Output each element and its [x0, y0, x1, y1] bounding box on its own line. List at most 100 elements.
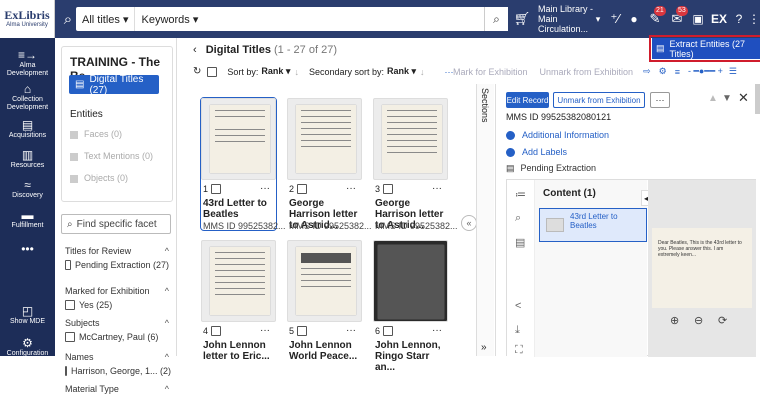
sidebar-item-acquisitions[interactable]: ▤ Acquisitions: [0, 118, 55, 140]
help-icon[interactable]: ?: [731, 0, 747, 38]
panel-scrollbar[interactable]: [755, 84, 760, 114]
chevron-up-icon[interactable]: ^: [165, 246, 169, 256]
more-menu-icon[interactable]: ⋮: [748, 0, 760, 38]
entity-faces[interactable]: Faces (0): [70, 129, 122, 139]
checkbox[interactable]: [211, 184, 222, 194]
checkbox[interactable]: [297, 326, 308, 336]
checkbox[interactable]: [65, 300, 75, 310]
edit-record-button[interactable]: Edit Record: [506, 92, 549, 108]
cart-icon[interactable]: 🛒︎: [512, 0, 532, 38]
thumbnail[interactable]: [201, 240, 276, 322]
result-card[interactable]: 3 ··· George Harrison letter to Astrid..…: [373, 98, 458, 231]
result-card[interactable]: 6 ··· John Lennon, Ringo Starr an...: [373, 240, 448, 373]
list-view-icon[interactable]: ≡: [675, 67, 680, 77]
search-button[interactable]: ⌕: [484, 7, 508, 31]
sidebar-item-more[interactable]: •••: [0, 242, 55, 256]
expand-icon[interactable]: »: [481, 342, 487, 353]
checkbox[interactable]: [65, 260, 71, 270]
card-menu-icon[interactable]: ···: [346, 183, 356, 194]
expand-down-icon[interactable]: ▼: [722, 93, 732, 104]
thumbnail[interactable]: [287, 98, 362, 180]
sidebar-item-discovery[interactable]: ≈ Discovery: [0, 178, 55, 200]
thumbnail[interactable]: [373, 98, 448, 180]
zoom-in-icon[interactable]: ⊕: [670, 314, 679, 327]
mark-exhibition-button[interactable]: Mark for Exhibition: [453, 67, 528, 77]
library-caret-icon[interactable]: ▾: [592, 0, 604, 38]
additional-information-link[interactable]: Additional Information: [506, 130, 609, 140]
sidebar-item-fulfillment[interactable]: ▬ Fulfillment: [0, 208, 55, 230]
checkbox[interactable]: [211, 326, 222, 336]
result-card[interactable]: 2 ··· George Harrison letter to Astrid..…: [287, 98, 372, 231]
facet-option[interactable]: McCartney, Paul (6): [65, 332, 169, 342]
entity-objects[interactable]: Objects (0): [70, 173, 128, 183]
checkbox[interactable]: [65, 332, 75, 342]
zoom-out-icon[interactable]: ⊖: [694, 314, 703, 327]
card-title[interactable]: John Lennon World Peace...: [289, 340, 361, 362]
checkbox[interactable]: [297, 184, 308, 194]
user-icon[interactable]: ●: [626, 0, 642, 38]
exlibris-logo[interactable]: ExLibris Alma University: [0, 0, 55, 38]
add-icon[interactable]: ⁺⁄: [606, 0, 624, 38]
result-card[interactable]: 4 ··· John Lennon letter to Eric...: [201, 240, 276, 372]
checkbox[interactable]: [383, 326, 394, 336]
library-selector[interactable]: Main Library - Main Circulation...: [538, 4, 594, 34]
card-title[interactable]: John Lennon, Ringo Starr an...: [375, 340, 447, 373]
card-menu-icon[interactable]: ···: [260, 325, 270, 336]
share-icon[interactable]: <: [515, 300, 521, 312]
facet-option[interactable]: Yes (25): [65, 300, 169, 310]
zoom-slider[interactable]: - ━●━━ +: [688, 66, 723, 77]
add-labels-link[interactable]: Add Labels: [506, 147, 567, 157]
card-menu-icon[interactable]: ···: [260, 183, 270, 194]
search-field-select[interactable]: Keywords ▾: [135, 7, 204, 31]
back-arrow-icon[interactable]: ‹: [193, 44, 197, 56]
preview-page[interactable]: Dear Beatles, This is the 43rd letter to…: [652, 228, 752, 308]
unmark-exhibition-button[interactable]: Unmark from Exhibition: [540, 67, 634, 77]
chevron-up-icon[interactable]: ^: [165, 286, 169, 296]
sidebar-item-show-mde[interactable]: ◰ Show MDE: [0, 304, 55, 326]
content-item[interactable]: 43rd Letter to Beatles: [539, 208, 647, 242]
settings-icon[interactable]: ⚙: [659, 66, 667, 77]
sidebar-item-resources[interactable]: ▥ Resources: [0, 148, 55, 170]
card-title[interactable]: 43rd Letter to Beatles: [203, 198, 275, 220]
search-icon[interactable]: ⌕: [515, 212, 521, 225]
panel-more-button[interactable]: ···: [650, 92, 670, 108]
sidebar-item-collection-development[interactable]: ⌂ Collection Development: [0, 82, 55, 112]
rotate-icon[interactable]: ⟳: [718, 314, 727, 327]
download-icon[interactable]: ⤓: [515, 324, 520, 337]
find-facet-input[interactable]: ⌕ Find specific facet: [61, 214, 171, 234]
thumbnail[interactable]: [373, 240, 448, 322]
ex-menu-button[interactable]: EX: [708, 0, 730, 38]
secondary-sort-direction-icon[interactable]: ↓: [420, 67, 425, 77]
unmark-exhibition-panel-button[interactable]: Unmark from Exhibition: [553, 92, 645, 108]
sort-direction-icon[interactable]: ↓: [294, 67, 299, 77]
digital-titles-button[interactable]: ▤ Digital Titles (27): [69, 74, 159, 96]
thumbnail[interactable]: [201, 98, 276, 180]
sort-by-select[interactable]: Rank ▾: [261, 66, 290, 77]
chevron-up-icon[interactable]: ^: [165, 352, 169, 362]
sections-tab[interactable]: Sections »: [476, 84, 494, 356]
card-menu-icon[interactable]: ···: [432, 325, 442, 336]
search-scope-select[interactable]: All titles ▾: [76, 7, 136, 31]
thumbnail[interactable]: [287, 240, 362, 322]
select-all-checkbox[interactable]: [207, 66, 218, 77]
facet-option[interactable]: Harrison, George, 1... (2): [65, 366, 171, 376]
chevron-up-icon[interactable]: ^: [165, 318, 169, 328]
secondary-sort-select[interactable]: Rank ▾: [387, 66, 416, 77]
export-icon[interactable]: ⇨: [643, 66, 651, 77]
grid-view-icon[interactable]: ☰: [729, 66, 737, 77]
extract-entities-button[interactable]: ▤ Extract Entities (27 Titles): [649, 35, 760, 62]
fullscreen-icon[interactable]: ⛶: [515, 344, 523, 357]
result-card[interactable]: 5 ··· John Lennon World Peace...: [287, 240, 362, 372]
result-card[interactable]: 1 ··· 43rd Letter to Beatles MMS ID 9952…: [200, 97, 286, 231]
clipboard-icon[interactable]: ▣: [690, 0, 706, 38]
list-icon[interactable]: ≔: [515, 188, 526, 201]
checkbox[interactable]: [65, 366, 67, 376]
card-title[interactable]: John Lennon letter to Eric...: [203, 340, 275, 362]
sidebar-item-configuration[interactable]: ⚙ Configuration: [0, 336, 55, 358]
collapse-panel-button[interactable]: «: [461, 215, 477, 231]
refresh-icon[interactable]: ↻: [193, 66, 201, 77]
entity-text-mentions[interactable]: Text Mentions (0): [70, 151, 153, 161]
close-icon[interactable]: ✕: [738, 90, 749, 106]
card-menu-icon[interactable]: ···: [432, 183, 442, 194]
checkbox[interactable]: [383, 184, 394, 194]
